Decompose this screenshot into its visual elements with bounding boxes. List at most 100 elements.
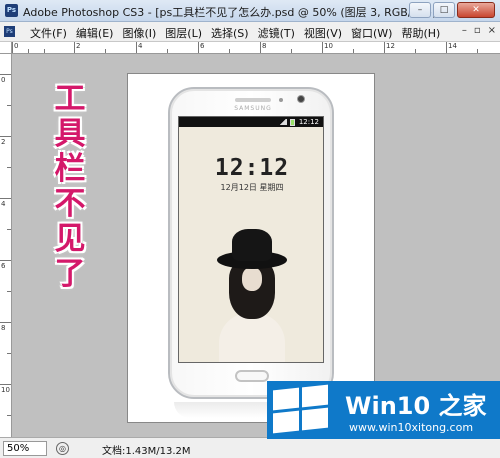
ruler-origin[interactable]	[0, 42, 12, 54]
doc-restore-button[interactable]: ▫	[474, 25, 481, 36]
ruler-tick	[44, 49, 45, 53]
phone-image: SAMSUNG 12:12 12:12 12月12日 星期四	[168, 87, 334, 399]
ruler-label: 10	[324, 42, 333, 50]
ruler-tick	[477, 49, 478, 53]
menu-items: 文件(F) 编辑(E) 图像(I) 图层(L) 选择(S) 滤镜(T) 视图(V…	[30, 25, 440, 41]
maximize-button[interactable]: □	[433, 2, 455, 18]
overlay-char: 具	[54, 116, 86, 152]
ruler-tick	[7, 229, 11, 230]
phone-screen: 12:12 12:12 12月12日 星期四	[178, 116, 324, 363]
ruler-tick	[291, 49, 292, 53]
close-button[interactable]: ✕	[457, 2, 495, 18]
signal-icon	[279, 119, 287, 125]
ruler-tick	[0, 198, 11, 199]
ruler-tick	[12, 42, 13, 53]
ruler-tick	[229, 49, 230, 53]
ruler-label: 8	[1, 324, 6, 332]
ruler-label: 0	[14, 42, 19, 50]
logo-pane	[302, 407, 328, 431]
ruler-tick	[28, 49, 29, 53]
overlay-char: 不	[54, 186, 86, 222]
doc-close-button[interactable]: ×	[488, 25, 496, 36]
ruler-label: 12	[386, 42, 395, 50]
title-bar: Ps Adobe Photoshop CS3 - [ps工具栏不见了怎么办.ps…	[0, 0, 500, 22]
ruler-tick	[0, 74, 11, 75]
horizontal-ruler[interactable]: 0 2 4 6 8 10 12 14	[12, 42, 500, 54]
phone-status-bar: 12:12	[179, 117, 323, 127]
phone-speaker	[235, 98, 271, 102]
hat-crown	[232, 229, 272, 261]
status-bar: 50% ◎ 文档:1.43M/13.2M	[0, 437, 500, 458]
menu-window[interactable]: 窗口(W)	[351, 25, 392, 41]
navigator-icon[interactable]: ◎	[56, 442, 69, 455]
minimize-button[interactable]: –	[409, 2, 431, 18]
menu-filter[interactable]: 滤镜(T)	[258, 25, 295, 41]
ruler-tick	[0, 384, 11, 385]
watermark-url: www.win10xitong.com	[349, 421, 474, 434]
ruler-tick	[7, 167, 11, 168]
ruler-tick	[105, 49, 106, 53]
ruler-label: 4	[138, 42, 143, 50]
phone-home-button	[235, 370, 269, 382]
watermark-title: Win10 之家	[345, 392, 487, 420]
photo-face	[242, 267, 262, 291]
phone-date: 12月12日 星期四	[220, 183, 284, 192]
ruler-tick	[198, 42, 199, 53]
document-size-info[interactable]: 文档:1.43M/13.2M	[102, 442, 191, 457]
ruler-tick	[167, 49, 168, 53]
logo-pane	[273, 410, 299, 434]
document-icon[interactable]: Ps	[4, 26, 15, 37]
phone-status-time: 12:12	[298, 118, 319, 126]
menu-file[interactable]: 文件(F)	[30, 25, 67, 41]
menu-layer[interactable]: 图层(L)	[165, 25, 202, 41]
ruler-tick	[136, 42, 137, 53]
overlay-caption: 工 具 栏 不 见 了	[50, 82, 90, 292]
menu-view[interactable]: 视图(V)	[304, 25, 342, 41]
ruler-tick	[74, 42, 75, 53]
menu-select[interactable]: 选择(S)	[211, 25, 249, 41]
menu-help[interactable]: 帮助(H)	[401, 25, 440, 41]
ruler-label: 10	[1, 386, 10, 394]
vertical-ruler[interactable]: 0 2 4 6 8 10	[0, 54, 12, 437]
overlay-char: 了	[54, 256, 86, 292]
doc-minimize-button[interactable]: –	[462, 25, 467, 36]
phone-clock: 12:12	[214, 155, 290, 181]
ruler-label: 4	[1, 200, 6, 208]
battery-icon	[290, 119, 295, 126]
ruler-tick	[7, 415, 11, 416]
windows-logo-icon	[273, 384, 331, 434]
menu-bar: Ps 文件(F) 编辑(E) 图像(I) 图层(L) 选择(S) 滤镜(T) 视…	[0, 22, 500, 42]
ruler-label: 14	[448, 42, 457, 50]
overlay-char: 栏	[54, 151, 86, 187]
overlay-char: 工	[54, 81, 86, 117]
ruler-label: 2	[1, 138, 6, 146]
win10-watermark: Win10 之家 www.win10xitong.com	[267, 381, 500, 439]
ruler-tick	[260, 42, 261, 53]
woman-in-hat-photo	[205, 217, 299, 362]
overlay-char: 见	[54, 221, 86, 257]
window-title: Adobe Photoshop CS3 - [ps工具栏不见了怎么办.psd @…	[23, 6, 437, 19]
ruler-tick	[7, 105, 11, 106]
ruler-tick	[446, 42, 447, 53]
ruler-label: 6	[1, 262, 6, 270]
phone-sensor	[279, 98, 283, 102]
phone-camera-icon	[297, 95, 305, 103]
ruler-label: 2	[76, 42, 81, 50]
zoom-level-field[interactable]: 50%	[3, 441, 47, 456]
ruler-tick	[0, 136, 11, 137]
ruler-label: 0	[1, 76, 6, 84]
logo-pane	[302, 384, 328, 408]
ruler-tick	[415, 49, 416, 53]
menu-image[interactable]: 图像(I)	[122, 25, 156, 41]
menu-edit[interactable]: 编辑(E)	[76, 25, 114, 41]
photo-body	[219, 313, 285, 362]
ruler-tick	[7, 291, 11, 292]
ruler-label: 8	[262, 42, 267, 50]
photoshop-logo-icon: Ps	[5, 4, 18, 17]
window-controls: – □ ✕	[409, 2, 495, 18]
logo-pane	[273, 387, 299, 411]
document-window-controls: – ▫ ×	[462, 25, 496, 36]
ruler-tick	[353, 49, 354, 53]
ruler-tick	[0, 322, 11, 323]
ruler-tick	[7, 353, 11, 354]
